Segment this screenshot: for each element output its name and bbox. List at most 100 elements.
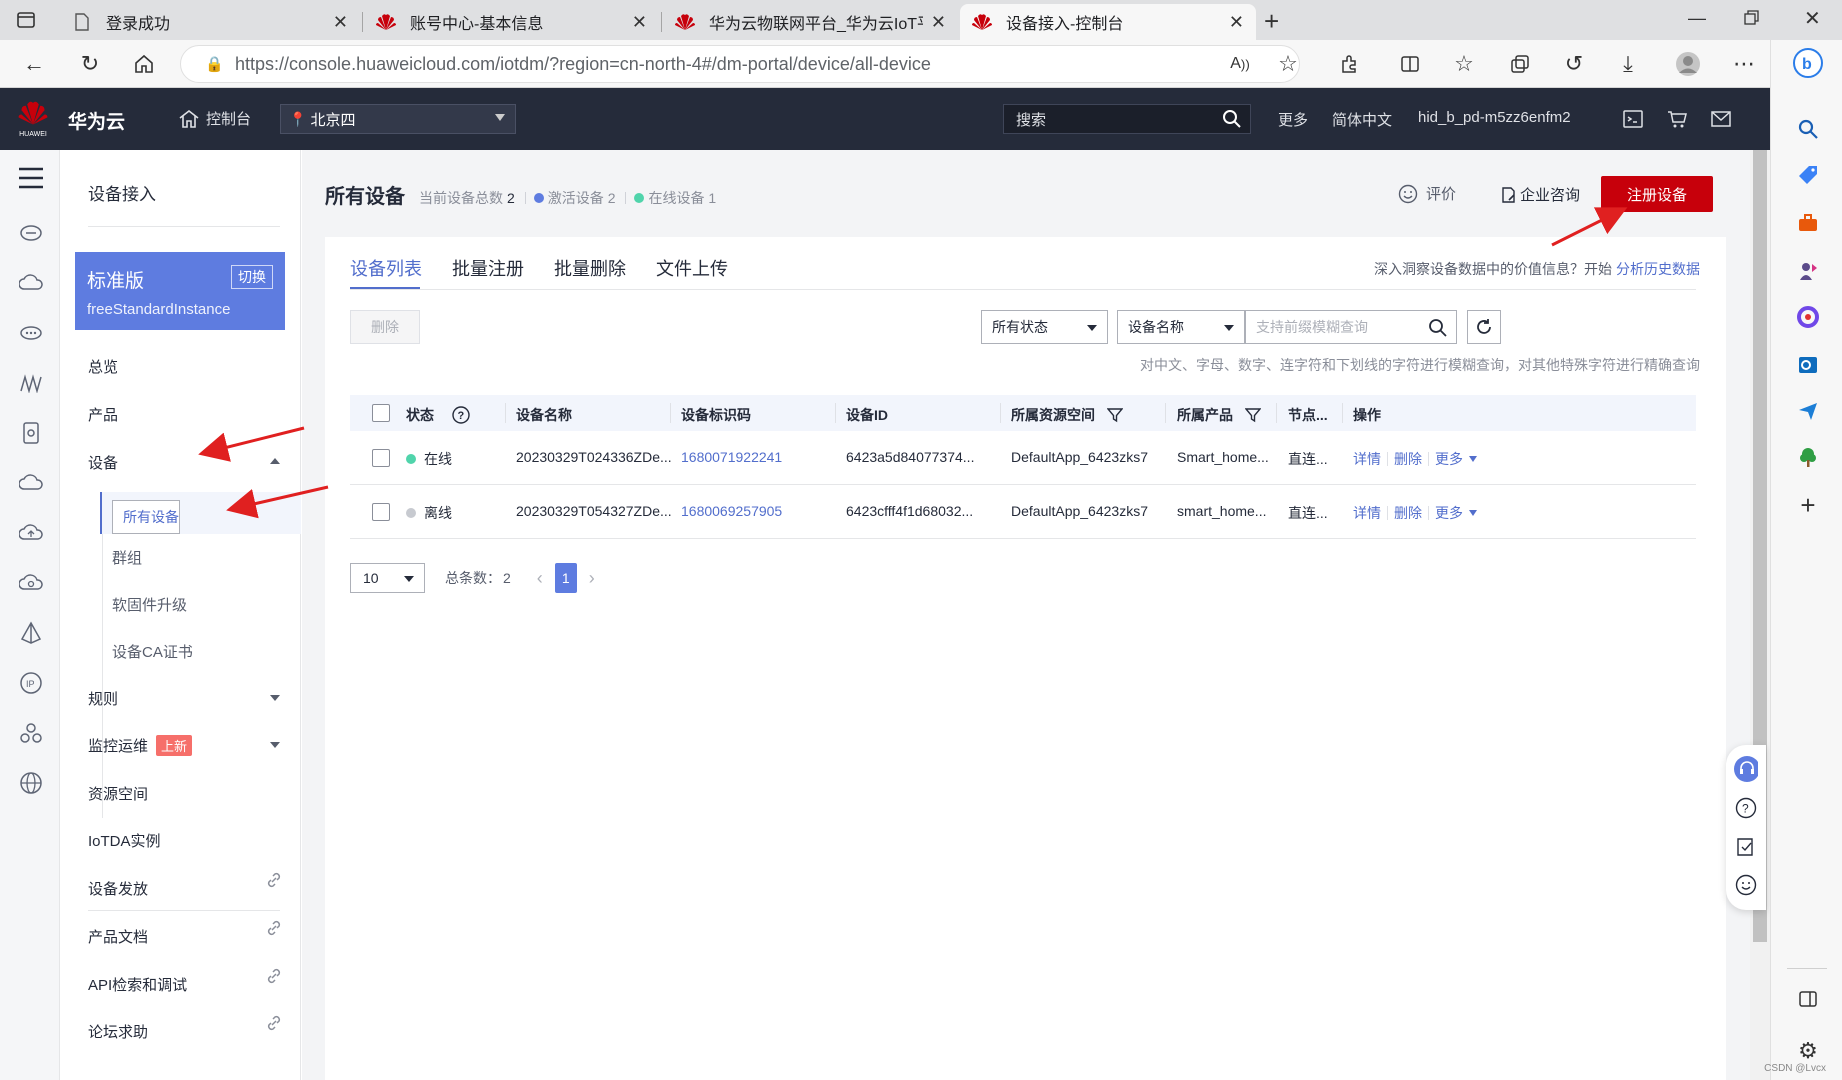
switch-edition-button[interactable]: 切换 — [231, 265, 273, 289]
message-icon[interactable] — [1710, 108, 1732, 130]
cloud-service-icon[interactable] — [18, 270, 44, 296]
device-icon[interactable] — [18, 420, 44, 446]
filter-icon[interactable] — [1107, 407, 1123, 423]
chevron-down-icon[interactable] — [1469, 510, 1477, 516]
close-window-icon[interactable]: ✕ — [1804, 6, 1821, 31]
device-search-input[interactable]: 支持前缀模糊查询 — [1245, 310, 1457, 344]
brand-name[interactable]: 华为云 — [68, 107, 125, 134]
consult-button[interactable]: 企业咨询 — [1500, 184, 1580, 205]
cloud-sync-icon[interactable] — [18, 570, 44, 596]
language-select[interactable]: 简体中文 — [1332, 109, 1392, 130]
bing-copilot-icon[interactable]: b — [1793, 48, 1823, 78]
global-search-input[interactable]: 搜索 — [1003, 104, 1251, 134]
extensions-icon[interactable] — [1334, 48, 1366, 80]
console-link[interactable]: 控制台 — [178, 108, 251, 129]
page-button-current[interactable]: 1 — [554, 563, 577, 593]
ip-icon[interactable]: IP — [18, 670, 44, 696]
sidebar-item-provisioning[interactable]: 设备发放 — [88, 878, 148, 899]
rate-button[interactable]: 评价 — [1398, 183, 1456, 204]
close-tab-icon[interactable]: ✕ — [333, 12, 348, 33]
sidebar-item-monitor[interactable]: 监控运维 — [88, 735, 148, 756]
games-icon[interactable] — [1795, 258, 1821, 284]
shopping-tag-icon[interactable] — [1795, 162, 1821, 188]
cloud-server-icon[interactable] — [18, 220, 44, 246]
region-select[interactable]: 📍 北京四 — [280, 104, 516, 134]
home-icon[interactable] — [128, 48, 160, 80]
search-icon[interactable] — [1795, 116, 1821, 142]
minimize-icon[interactable]: — — [1688, 8, 1706, 29]
browser-tab-login[interactable]: 登录成功 ✕ — [60, 4, 360, 40]
close-tab-icon[interactable]: ✕ — [1229, 12, 1244, 33]
tab-device-list[interactable]: 设备列表 — [350, 255, 422, 281]
network-icon[interactable] — [18, 370, 44, 396]
chevron-up-icon[interactable] — [270, 458, 280, 464]
add-icon[interactable]: + — [1795, 490, 1821, 520]
sidebar-item-forum[interactable]: 论坛求助 — [88, 1021, 148, 1042]
microsoft-365-icon[interactable] — [1795, 304, 1821, 330]
lock-icon[interactable]: 🔒 — [205, 55, 235, 73]
cloud-shell-icon[interactable] — [1622, 108, 1644, 130]
tab-file-upload[interactable]: 文件上传 — [656, 255, 728, 281]
sidebar-item-rules[interactable]: 规则 — [88, 688, 118, 709]
globe-icon[interactable] — [18, 770, 44, 796]
smile-icon[interactable] — [1734, 873, 1758, 897]
restore-icon[interactable] — [1744, 10, 1760, 26]
send-icon[interactable] — [1795, 398, 1821, 424]
sidebar-item-device[interactable]: 设备 — [88, 452, 118, 473]
cloud-icon[interactable] — [18, 470, 44, 496]
sidebar-item-all-devices[interactable]: 所有设备 — [112, 500, 180, 534]
feedback-icon[interactable] — [1734, 835, 1758, 859]
filter-icon[interactable] — [1245, 407, 1261, 423]
delete-button[interactable]: 删除 — [350, 310, 420, 344]
back-icon[interactable]: ← — [18, 48, 50, 80]
select-all-checkbox[interactable] — [372, 404, 390, 422]
chevron-down-icon[interactable] — [270, 695, 280, 701]
browser-tab-iot-platform[interactable]: 华为云物联网平台_华为云IoT平台 ✕ — [663, 4, 958, 40]
favorites-icon[interactable]: ☆ — [1448, 48, 1480, 80]
settings-icon[interactable]: ⚙ — [1795, 1038, 1821, 1064]
sidebar-item-api[interactable]: API检索和调试 — [88, 974, 187, 995]
sidebar-item-overview[interactable]: 总览 — [88, 356, 118, 377]
sidebar-item-resource-space[interactable]: 资源空间 — [88, 783, 148, 804]
tools-icon[interactable] — [1795, 210, 1821, 236]
tab-batch-register[interactable]: 批量注册 — [452, 255, 524, 281]
chevron-right-icon[interactable]: › — [589, 568, 595, 589]
cloud-upload-icon[interactable] — [18, 520, 44, 546]
profile-avatar[interactable] — [1672, 48, 1704, 80]
browser-tab-account[interactable]: 账号中心-基本信息 ✕ — [364, 4, 659, 40]
reload-icon[interactable]: ↻ — [74, 48, 106, 80]
browser-tab-device-access[interactable]: 设备接入-控制台 ✕ — [960, 4, 1256, 40]
settings-more-icon[interactable]: ⋯ — [1728, 48, 1760, 80]
detail-link[interactable]: 详情 — [1353, 503, 1381, 523]
customer-service-icon[interactable] — [1734, 756, 1758, 782]
search-icon[interactable] — [1222, 109, 1242, 129]
new-tab-icon[interactable]: + — [1264, 6, 1279, 37]
add-favorite-icon[interactable]: ☆ — [1272, 48, 1304, 80]
chevron-left-icon[interactable]: ‹ — [537, 568, 543, 589]
status-filter-select[interactable]: 所有状态 — [981, 310, 1108, 344]
split-screen-icon[interactable] — [1394, 48, 1426, 80]
close-tab-icon[interactable]: ✕ — [931, 12, 946, 33]
address-bar[interactable]: 🔒 https://console.huaweicloud.com/iotdm/… — [180, 45, 1300, 83]
tree-icon[interactable] — [1795, 444, 1821, 470]
help-icon[interactable]: ? — [1734, 796, 1758, 820]
sidebar-item-iotda-instance[interactable]: IoTDA实例 — [88, 830, 161, 851]
chevron-down-icon[interactable] — [1469, 456, 1477, 462]
cart-icon[interactable] — [1666, 108, 1688, 130]
more-link[interactable]: 更多 — [1435, 503, 1463, 523]
cluster-icon[interactable] — [18, 720, 44, 746]
sidebar-item-firmware[interactable]: 软固件升级 — [112, 594, 187, 615]
outlook-icon[interactable] — [1795, 352, 1821, 378]
tab-actions-icon[interactable] — [16, 10, 36, 30]
row-checkbox[interactable] — [372, 449, 390, 467]
delete-link[interactable]: 删除 — [1394, 449, 1422, 469]
node-id-link[interactable]: 1680071922241 — [681, 449, 782, 465]
account-menu[interactable]: hid_b_pd-m5zz6enfm2 — [1418, 109, 1571, 126]
page-scrollbar[interactable] — [1750, 150, 1770, 1080]
downloads-icon[interactable]: ⤓ — [1612, 48, 1644, 80]
sidebar-toggle-icon[interactable] — [1795, 986, 1821, 1012]
row-checkbox[interactable] — [372, 503, 390, 521]
close-tab-icon[interactable]: ✕ — [632, 12, 647, 33]
refresh-button[interactable] — [1467, 310, 1501, 344]
chevron-down-icon[interactable] — [270, 742, 280, 748]
